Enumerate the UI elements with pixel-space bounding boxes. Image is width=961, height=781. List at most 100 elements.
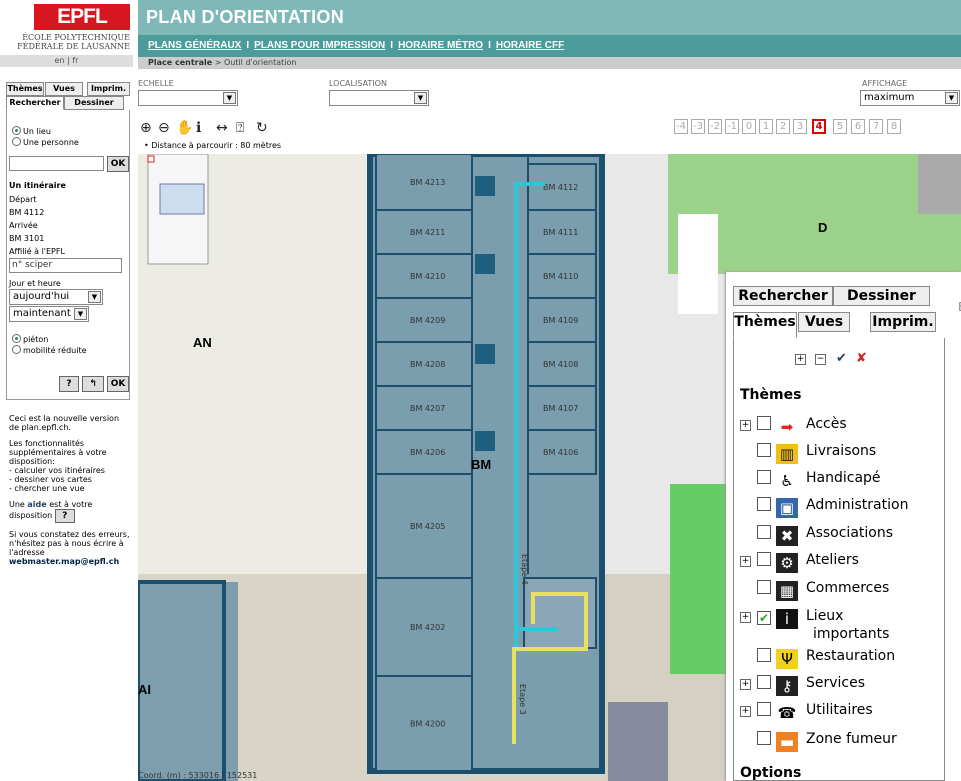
floor-button[interactable]: 5 <box>833 119 847 134</box>
radio-button[interactable] <box>12 345 21 354</box>
floor-button[interactable]: 6 <box>851 119 865 134</box>
floor-button[interactable]: 1 <box>759 119 773 134</box>
expand-icon[interactable]: + <box>740 556 751 567</box>
expand-icon[interactable]: + <box>740 420 751 431</box>
floor-button[interactable]: 2 <box>776 119 790 134</box>
theme-checkbox[interactable] <box>757 675 771 689</box>
refresh-icon[interactable]: ↻ <box>256 120 268 136</box>
nav-horaire-metro[interactable]: HORAIRE MÉTRO <box>398 40 483 51</box>
floor-button[interactable]: 4 <box>812 119 826 134</box>
radio-un-lieu[interactable]: Un lieu <box>12 126 51 136</box>
affichage-select[interactable]: maximum ▼ <box>860 90 960 106</box>
help-button[interactable]: ? <box>59 376 79 392</box>
tab-dessiner[interactable]: Dessiner <box>833 286 930 306</box>
theme-item[interactable]: +▣Administration <box>740 495 908 518</box>
floor-button[interactable]: 3 <box>793 119 807 134</box>
check-all-icon[interactable]: ✔ <box>836 351 847 366</box>
search-input[interactable] <box>9 156 104 171</box>
theme-checkbox[interactable] <box>757 648 771 662</box>
tab-vues[interactable]: Vues <box>798 312 850 332</box>
expand-icon[interactable]: + <box>740 706 751 717</box>
radio-button[interactable] <box>12 137 21 146</box>
theme-checkbox[interactable] <box>757 470 771 484</box>
theme-item[interactable]: importants <box>813 624 889 644</box>
tab-rechercher[interactable]: Rechercher <box>733 286 833 306</box>
chevron-down-icon[interactable]: ▼ <box>88 291 101 303</box>
theme-checkbox[interactable]: ✔ <box>757 611 771 625</box>
zoom-in-icon[interactable]: ⊕ <box>140 120 152 136</box>
theme-checkbox[interactable] <box>757 552 771 566</box>
theme-item[interactable]: +ΨRestauration <box>740 646 895 669</box>
breadcrumb-home[interactable]: Place centrale <box>148 58 212 67</box>
tab-vues[interactable]: Vues <box>45 82 83 96</box>
collapse-all-icon[interactable]: − <box>815 354 826 365</box>
expand-icon[interactable]: + <box>740 679 751 690</box>
nav-plans-impression[interactable]: PLANS POUR IMPRESSION <box>254 40 385 51</box>
chevron-down-icon[interactable]: ▼ <box>223 92 236 104</box>
aide-link[interactable]: aide <box>27 500 46 509</box>
measure-icon[interactable]: ↔ <box>216 120 228 136</box>
aide-help-button[interactable]: ? <box>54 509 75 523</box>
tab-imprim[interactable]: Imprim. <box>87 82 130 96</box>
reset-button[interactable]: ↰ <box>82 376 104 392</box>
expand-icon[interactable]: + <box>740 612 751 623</box>
floor-button[interactable]: 0 <box>742 119 756 134</box>
chevron-down-icon[interactable]: ▼ <box>414 92 427 104</box>
theme-checkbox[interactable] <box>757 497 771 511</box>
radio-mobilite-reduite[interactable]: mobilité réduite <box>12 345 87 355</box>
minimap-close-icon[interactable] <box>147 155 155 163</box>
tab-rechercher[interactable]: Rechercher <box>6 96 64 110</box>
radio-une-personne[interactable]: Une personne <box>12 137 79 147</box>
language-switch[interactable]: en | fr <box>0 55 133 67</box>
floor-button[interactable]: 7 <box>869 119 883 134</box>
info-tool-icon[interactable]: ℹ <box>196 120 201 136</box>
expand-all-icon[interactable]: + <box>795 354 806 365</box>
radio-button[interactable] <box>12 126 21 135</box>
echelle-select[interactable]: ▼ <box>138 90 238 106</box>
theme-checkbox[interactable] <box>757 731 771 745</box>
theme-item[interactable]: + ✔ i Lieux <box>740 606 843 629</box>
tab-imprim[interactable]: Imprim. <box>870 312 936 332</box>
theme-checkbox[interactable] <box>757 702 771 716</box>
radio-button[interactable] <box>12 334 21 343</box>
uncheck-all-icon[interactable]: ✘ <box>856 351 867 366</box>
theme-item[interactable]: + ⚷ Services <box>740 673 865 696</box>
jour-select[interactable]: aujourd'hui ▼ <box>9 289 103 305</box>
theme-item[interactable]: +♿Handicapé <box>740 468 881 491</box>
chevron-down-icon[interactable]: ▼ <box>945 92 958 104</box>
epfl-logo[interactable]: EPFL ÉCOLE POLYTECHNIQUE FÉDÉRALE DE LAU… <box>0 0 133 55</box>
sciper-input[interactable]: n° sciper <box>9 258 122 273</box>
theme-item[interactable]: +▬Zone fumeur <box>740 729 897 752</box>
webmaster-email-link[interactable]: webmaster.map@epfl.ch <box>9 557 119 566</box>
floor-button[interactable]: -3 <box>691 119 705 134</box>
theme-checkbox[interactable] <box>757 416 771 430</box>
floor-button[interactable]: -4 <box>674 119 688 134</box>
theme-checkbox[interactable] <box>757 443 771 457</box>
theme-item[interactable]: +▦Commerces <box>740 578 889 601</box>
floor-button[interactable]: 8 <box>887 119 901 134</box>
tab-themes[interactable]: Thèmes <box>6 82 44 96</box>
nav-plans-generaux[interactable]: PLANS GÉNÉRAUX <box>148 40 241 51</box>
theme-checkbox[interactable] <box>757 580 771 594</box>
search-ok-button[interactable]: OK <box>107 156 129 172</box>
zoom-out-icon[interactable]: ⊖ <box>158 120 170 136</box>
theme-item[interactable]: +✖Associations <box>740 523 893 546</box>
theme-item[interactable]: + ➡ Accès <box>740 414 847 437</box>
theme-item[interactable]: +▥Livraisons <box>740 441 876 464</box>
floor-button[interactable]: -2 <box>708 119 722 134</box>
tab-dessiner[interactable]: Dessiner <box>64 96 124 110</box>
theme-item[interactable]: + ⚙ Ateliers <box>740 550 859 573</box>
radio-pieton[interactable]: piéton <box>12 334 48 344</box>
query-icon[interactable]: ⍰ <box>236 120 244 136</box>
itinerary-ok-button[interactable]: OK <box>107 376 129 392</box>
theme-item[interactable]: + ☎ Utilitaires <box>740 700 873 723</box>
localisation-select[interactable]: ▼ <box>329 90 429 106</box>
floor-button[interactable]: -1 <box>725 119 739 134</box>
pan-hand-icon[interactable]: ✋ <box>176 120 193 136</box>
tab-themes[interactable]: Thèmes <box>733 312 797 338</box>
chevron-down-icon[interactable]: ▼ <box>74 308 87 320</box>
theme-checkbox[interactable] <box>757 525 771 539</box>
shops-icon: ▦ <box>776 581 798 601</box>
heure-select[interactable]: maintenant ▼ <box>9 306 89 322</box>
nav-horaire-cff[interactable]: HORAIRE CFF <box>496 40 564 51</box>
